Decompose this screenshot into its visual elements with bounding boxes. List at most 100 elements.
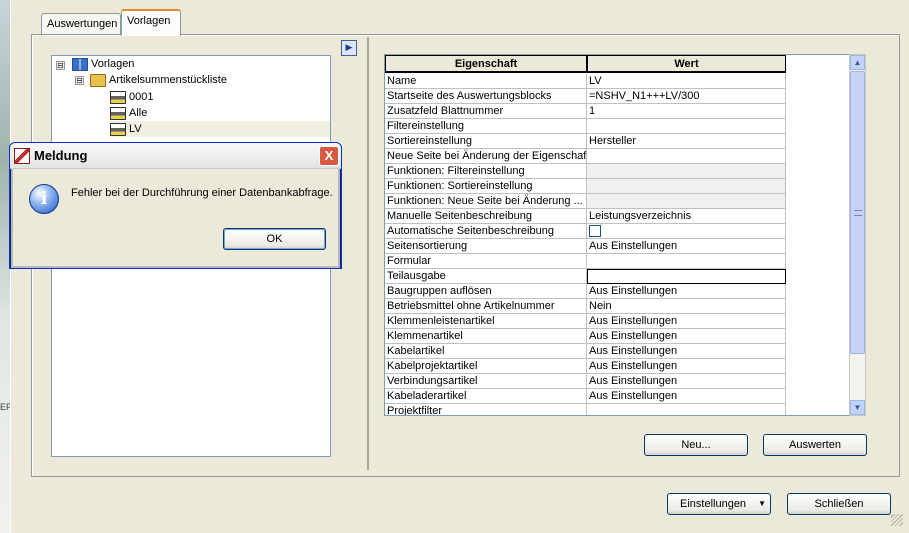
property-name-cell: Funktionen: Filtereinstellung (385, 164, 587, 179)
property-value-cell[interactable] (587, 149, 786, 164)
property-value-cell[interactable]: Aus Einstellungen (587, 374, 786, 389)
tree-node-vorlagen[interactable]: Vorlagen (72, 56, 134, 72)
table-row[interactable]: Automatische Seitenbeschreibung (385, 224, 786, 239)
table-row[interactable]: Klemmenartikel Aus Einstellungen (385, 329, 786, 344)
table-row[interactable]: Funktionen: Sortiereinstellung (385, 179, 786, 194)
property-value-cell[interactable]: Hersteller (587, 134, 786, 149)
tab-vorlagen[interactable]: Vorlagen (121, 9, 181, 36)
table-row[interactable]: Verbindungsartikel Aus Einstellungen (385, 374, 786, 389)
table-row[interactable]: Filtereinstellung (385, 119, 786, 134)
property-value-cell[interactable] (587, 254, 786, 269)
table-row[interactable]: Zusatzfeld Blattnummer 1 (385, 104, 786, 119)
table-row[interactable]: Kabeladerartikel Aus Einstellungen (385, 389, 786, 404)
dialog-titlebar[interactable]: Meldung X (10, 143, 341, 169)
property-name-cell: Formular (385, 254, 587, 269)
einstellungen-button-label: Einstellungen (680, 498, 747, 510)
property-value-cell[interactable]: Aus Einstellungen (587, 344, 786, 359)
printer-icon (110, 90, 126, 104)
property-name-cell: Kabeladerartikel (385, 389, 587, 404)
table-row[interactable]: Manuelle Seitenbeschreibung Leistungsverz… (385, 209, 786, 224)
property-name-cell: Kabelprojektartikel (385, 359, 587, 374)
property-name-cell: Sortiereinstellung (385, 134, 587, 149)
property-name-cell: Teilausgabe (385, 269, 587, 284)
neu-button[interactable]: Neu... (644, 434, 748, 456)
tree-label-item: 0001 (129, 91, 154, 103)
einstellungen-button[interactable]: Einstellungen ▼ (667, 493, 771, 515)
table-row[interactable]: Kabelprojektartikel Aus Einstellungen (385, 359, 786, 374)
property-value-cell[interactable]: Aus Einstellungen (587, 359, 786, 374)
property-value-cell[interactable] (587, 269, 786, 284)
table-row[interactable]: Funktionen: Neue Seite bei Änderung ... (385, 194, 786, 209)
tree-node-0001[interactable]: 0001 (110, 89, 153, 105)
table-row[interactable]: Formular (385, 254, 786, 269)
info-icon: i (29, 184, 59, 214)
property-value-cell[interactable]: Aus Einstellungen (587, 389, 786, 404)
splitter-arrow-icon[interactable]: ▶ (341, 40, 357, 56)
checkbox[interactable] (589, 225, 601, 237)
table-row[interactable]: Startseite des Auswertungsblocks =NSHV_N1… (385, 89, 786, 104)
property-value-cell[interactable]: Aus Einstellungen (587, 329, 786, 344)
property-value-cell[interactable]: 1 (587, 104, 786, 119)
tree-label-item: LV (129, 123, 142, 135)
table-row[interactable]: Teilausgabe (385, 269, 786, 284)
table-row[interactable]: Projektfilter (385, 404, 786, 415)
tree-node-lv[interactable]: LV (110, 121, 330, 137)
folder-icon (90, 73, 106, 87)
resize-grip-icon[interactable] (891, 514, 903, 526)
table-row[interactable]: Sortiereinstellung Hersteller (385, 134, 786, 149)
property-name-cell: Automatische Seitenbeschreibung (385, 224, 587, 239)
schliessen-button[interactable]: Schließen (787, 493, 891, 515)
close-icon[interactable]: X (319, 146, 339, 166)
property-name-cell: Funktionen: Sortiereinstellung (385, 179, 587, 194)
auswerten-button[interactable]: Auswerten (763, 434, 867, 456)
property-value-cell[interactable]: Aus Einstellungen (587, 314, 786, 329)
property-value-cell[interactable]: Leistungsverzeichnis (587, 209, 786, 224)
tree-node-alle[interactable]: Alle (110, 105, 147, 121)
table-row[interactable]: Klemmenleistenartikel Aus Einstellungen (385, 314, 786, 329)
property-name-cell: Verbindungsartikel (385, 374, 587, 389)
property-value-cell[interactable] (587, 164, 786, 179)
property-name-cell: Baugruppen auflösen (385, 284, 587, 299)
table-row[interactable]: Betriebsmittel ohne Artikelnummer Nein (385, 299, 786, 314)
property-name-cell: Name (385, 74, 587, 89)
tab-auswertungen[interactable]: Auswertungen (41, 13, 121, 35)
scroll-thumb[interactable] (850, 71, 865, 354)
property-name-cell: Neue Seite bei Änderung der Eigenschaft (385, 149, 587, 164)
property-name-cell: Klemmenartikel (385, 329, 587, 344)
table-row[interactable]: Neue Seite bei Änderung der Eigenschaft (385, 149, 786, 164)
property-value-cell[interactable] (587, 194, 786, 209)
property-name-cell: Manuelle Seitenbeschreibung (385, 209, 587, 224)
property-value-cell[interactable]: Nein (587, 299, 786, 314)
property-value-cell[interactable] (587, 179, 786, 194)
property-value-cell[interactable]: LV (587, 74, 786, 89)
property-name-cell: Funktionen: Neue Seite bei Änderung ... (385, 194, 587, 209)
property-value-cell[interactable] (587, 224, 786, 239)
tree-node-artikelsummenstueckliste[interactable]: Artikelsummenstückliste (90, 72, 227, 88)
property-name-cell: Startseite des Auswertungsblocks (385, 89, 587, 104)
table-row[interactable]: Baugruppen auflösen Aus Einstellungen (385, 284, 786, 299)
printer-icon (110, 122, 126, 136)
table-row[interactable]: Kabelartikel Aus Einstellungen (385, 344, 786, 359)
property-value-cell[interactable]: =NSHV_N1+++LV/300 (587, 89, 786, 104)
column-header-eigenschaft[interactable]: Eigenschaft (385, 55, 587, 73)
property-value-cell[interactable]: Aus Einstellungen (587, 239, 786, 254)
scroll-down-button[interactable]: ▼ (850, 400, 865, 415)
column-header-wert[interactable]: Wert (587, 55, 786, 73)
table-row[interactable]: Funktionen: Filtereinstellung (385, 164, 786, 179)
grip-icon (854, 210, 862, 216)
book-icon (72, 57, 88, 71)
tree-label-group: Artikelsummenstückliste (109, 74, 227, 86)
collapse-icon[interactable]: ⊟ (56, 61, 65, 70)
ok-button[interactable]: OK (223, 228, 326, 250)
grid-scrollbar[interactable]: ▲ ▼ (849, 54, 866, 416)
property-value-cell[interactable]: Aus Einstellungen (587, 284, 786, 299)
table-row[interactable]: Seitensortierung Aus Einstellungen (385, 239, 786, 254)
message-dialog: Meldung X i Fehler bei der Durchführung … (9, 142, 342, 269)
table-row[interactable]: Name LV (385, 74, 786, 89)
property-name-cell: Filtereinstellung (385, 119, 587, 134)
collapse-icon[interactable]: ⊟ (75, 76, 84, 85)
scroll-up-button[interactable]: ▲ (850, 55, 865, 70)
properties-grid[interactable]: Eigenschaft Wert Name LV Startseite des Au… (384, 54, 851, 416)
property-value-cell[interactable] (587, 404, 786, 415)
property-value-cell[interactable] (587, 119, 786, 134)
